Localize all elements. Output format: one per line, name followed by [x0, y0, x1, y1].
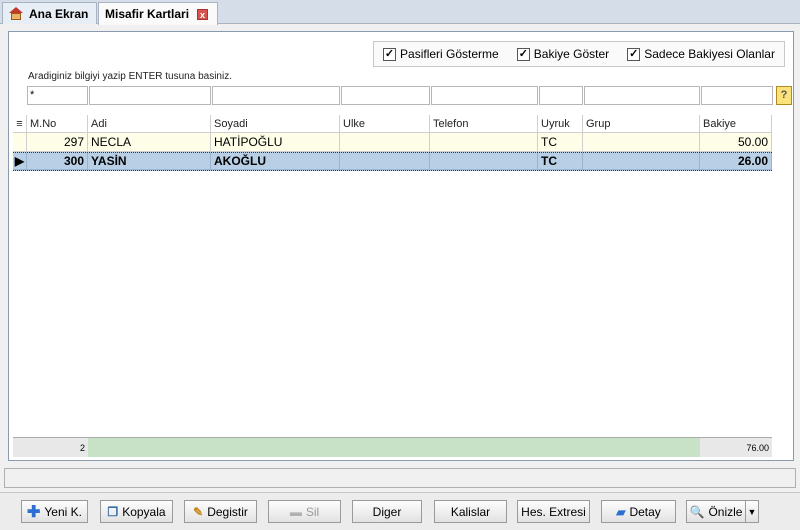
cell-mno: 300 — [27, 153, 88, 170]
filter-mno[interactable]: * — [27, 86, 88, 105]
tab-misafir-kartlari[interactable]: Misafir Kartlari x — [98, 2, 218, 25]
table-row-selected[interactable]: ▶ 300 YASİN AKOĞLU TC 26.00 — [13, 152, 772, 171]
minus-icon: ▬ — [289, 504, 302, 519]
edit-icon: ✎ — [193, 504, 204, 519]
tab-label: Misafir Kartlari — [105, 7, 190, 21]
cell-telefon — [430, 133, 538, 152]
onizle-button[interactable]: 🔍 Önizle — [686, 500, 746, 523]
col-telefon[interactable]: Telefon — [430, 115, 538, 133]
col-uyruk[interactable]: Uyruk — [538, 115, 583, 133]
row-indicator-arrow-icon: ▶ — [13, 153, 27, 170]
checkbox-pasifleri[interactable]: ✓ Pasifleri Gösterme — [383, 47, 499, 61]
checkbox-sadece-bakiye[interactable]: ✓ Sadece Bakiyesi Olanlar — [627, 47, 775, 61]
button-bar: ✚ Yeni K. ❐ Kopyala ✎ Degistir ▬ Sil Dig… — [0, 492, 800, 530]
yeni-button[interactable]: ✚ Yeni K. — [21, 500, 88, 523]
col-mno[interactable]: M.No — [27, 115, 88, 133]
filter-icon[interactable]: ? — [776, 86, 792, 105]
cell-adi: NECLA — [88, 133, 211, 152]
plus-icon: ✚ — [27, 503, 41, 521]
filter-adi[interactable] — [89, 86, 211, 105]
data-grid: ≡ M.No Adi Soyadi Ulke Telefon Uyruk Gru… — [13, 115, 772, 435]
summary-total: 76.00 — [700, 438, 772, 457]
checkbox-icon[interactable]: ✓ — [516, 47, 530, 61]
button-label: Kopyala — [122, 504, 166, 519]
col-grup[interactable]: Grup — [583, 115, 700, 133]
summary-count: 2 — [27, 438, 88, 457]
button-label: Hes. Extresi — [521, 504, 586, 519]
col-soyadi[interactable]: Soyadi — [211, 115, 340, 133]
cell-ulke — [340, 133, 430, 152]
tab-bar: Ana Ekran Misafir Kartlari x — [0, 0, 800, 25]
grid-header: ≡ M.No Adi Soyadi Ulke Telefon Uyruk Gru… — [13, 115, 772, 133]
button-label: Önizle — [708, 504, 743, 519]
summary-indicator — [13, 438, 27, 457]
onizle-dropdown[interactable]: ▼ — [745, 500, 759, 523]
hes-extresi-button[interactable]: Hes. Extresi — [517, 500, 590, 523]
tab-label: Ana Ekran — [29, 6, 89, 21]
filter-telefon[interactable] — [431, 86, 538, 105]
tab-ana-ekran[interactable]: Ana Ekran — [2, 2, 97, 24]
column-chooser-icon[interactable]: ≡ — [13, 115, 27, 133]
options-group: ✓ Pasifleri Gösterme ✓ Bakiye Göster ✓ S… — [373, 41, 785, 67]
folder-icon: ▰ — [616, 504, 626, 519]
kopyala-button[interactable]: ❐ Kopyala — [100, 500, 173, 523]
filter-bakiye[interactable] — [701, 86, 773, 105]
cell-uyruk: TC — [538, 133, 583, 152]
cell-bakiye: 26.00 — [700, 153, 772, 170]
button-label: Sil — [305, 504, 320, 519]
cell-grup — [583, 153, 700, 170]
summary-row: 2 76.00 — [13, 437, 772, 457]
close-icon[interactable]: x — [197, 8, 209, 20]
kalislar-button[interactable]: Kalislar — [434, 500, 507, 523]
col-adi[interactable]: Adi — [88, 115, 211, 133]
diger-button[interactable]: Diger — [352, 500, 422, 523]
row-indicator — [13, 133, 27, 152]
filter-grup[interactable] — [584, 86, 700, 105]
button-label: Detay — [629, 504, 661, 519]
cell-adi: YASİN — [88, 153, 211, 170]
checkbox-icon[interactable]: ✓ — [627, 47, 641, 61]
checkbox-icon[interactable]: ✓ — [383, 47, 397, 61]
cell-ulke — [340, 153, 430, 170]
checkbox-bakiye-goster[interactable]: ✓ Bakiye Göster — [516, 47, 610, 61]
cell-telefon — [430, 153, 538, 170]
filter-ulke[interactable] — [341, 86, 430, 105]
copy-icon: ❐ — [107, 504, 119, 519]
degistir-button[interactable]: ✎ Degistir — [184, 500, 257, 523]
summary-fill — [88, 438, 700, 457]
col-ulke[interactable]: Ulke — [340, 115, 430, 133]
filter-soyadi[interactable] — [212, 86, 340, 105]
cell-soyadi: HATİPOĞLU — [211, 133, 340, 152]
checkbox-label: Bakiye Göster — [533, 47, 610, 61]
search-hint: Aradiginiz bilgiyi yazip ENTER tusuna ba… — [28, 71, 232, 82]
button-label: Degistir — [207, 504, 248, 519]
main-panel: ✓ Pasifleri Gösterme ✓ Bakiye Göster ✓ S… — [8, 31, 794, 461]
button-label: Yeni K. — [44, 504, 82, 519]
cell-grup — [583, 133, 700, 152]
filter-row: * — [27, 86, 774, 105]
sil-button[interactable]: ▬ Sil — [268, 500, 341, 523]
cell-soyadi: AKOĞLU — [211, 153, 340, 170]
checkbox-label: Sadece Bakiyesi Olanlar — [644, 47, 775, 61]
cell-bakiye: 50.00 — [700, 133, 772, 152]
table-row[interactable]: 297 NECLA HATİPOĞLU TC 50.00 — [13, 133, 772, 152]
detay-button[interactable]: ▰ Detay — [601, 500, 676, 523]
checkbox-label: Pasifleri Gösterme — [400, 47, 499, 61]
home-icon — [9, 7, 23, 20]
cell-mno: 297 — [27, 133, 88, 152]
status-bar — [4, 468, 796, 488]
filter-uyruk[interactable] — [539, 86, 583, 105]
preview-icon: 🔍 — [689, 504, 705, 519]
button-label: Kalislar — [450, 504, 491, 519]
col-bakiye[interactable]: Bakiye — [700, 115, 772, 133]
cell-uyruk: TC — [538, 153, 583, 170]
chevron-down-icon: ▼ — [747, 506, 757, 517]
button-label: Diger — [372, 504, 402, 519]
